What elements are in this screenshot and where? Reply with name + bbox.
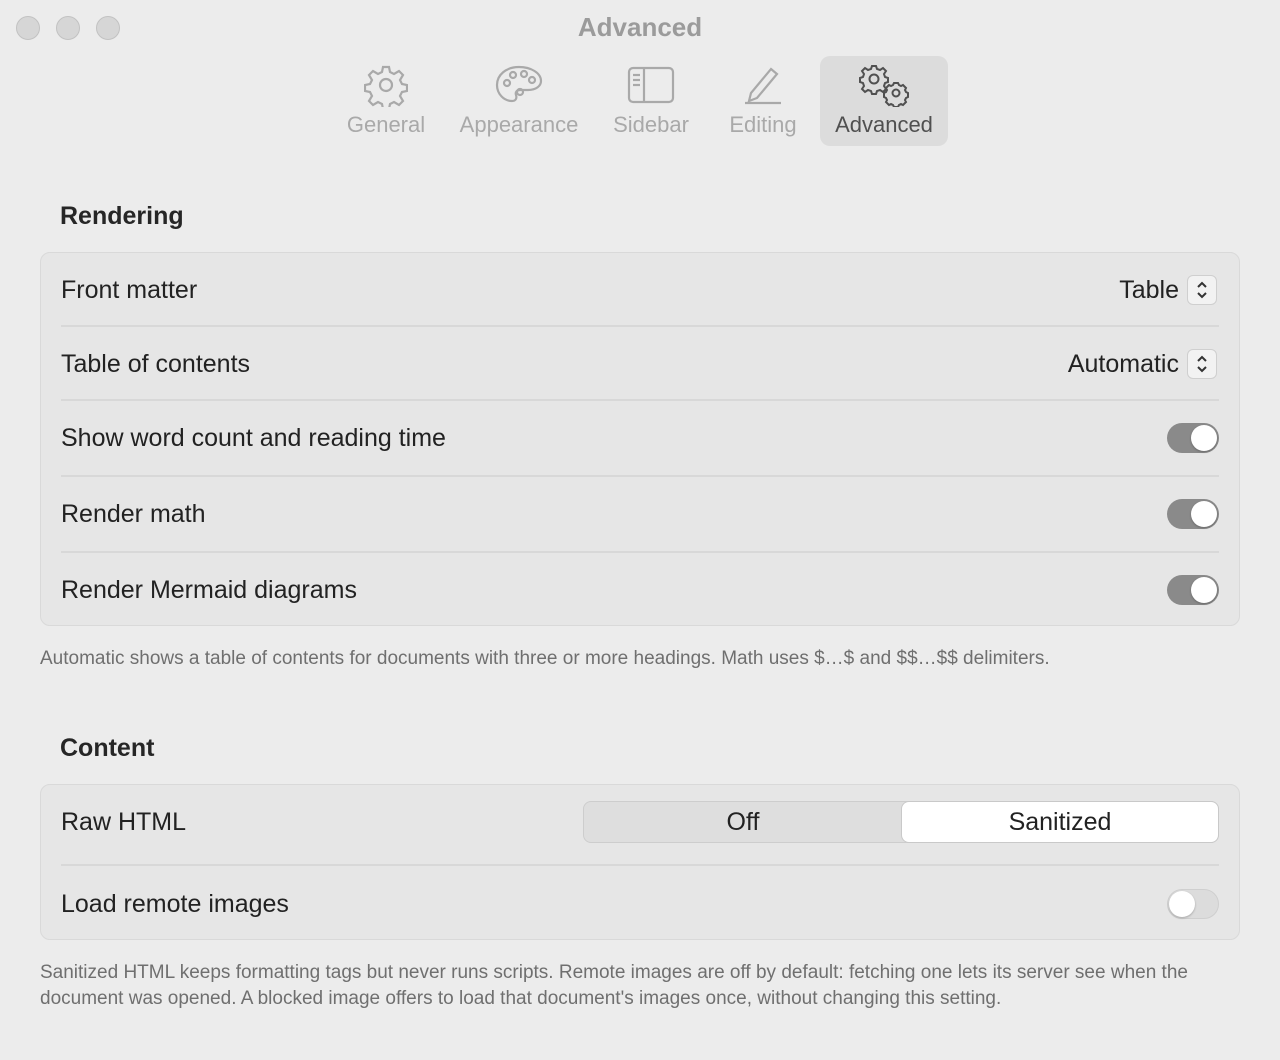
sidebar-icon — [627, 56, 675, 114]
tab-advanced[interactable]: Advanced — [820, 56, 948, 146]
raw-html-option-sanitized[interactable]: Sanitized — [902, 802, 1218, 842]
tab-label: Appearance — [459, 112, 579, 137]
gears-icon — [856, 56, 912, 114]
front-matter-popup[interactable]: Table — [1119, 253, 1217, 327]
word-count-row: Show word count and reading time — [41, 401, 1239, 475]
tab-appearance[interactable]: Appearance — [450, 56, 588, 146]
content-note: Sanitized HTML keeps formatting tags but… — [40, 962, 1188, 1009]
render-math-toggle[interactable] — [1167, 499, 1219, 529]
toggle-knob — [1169, 891, 1195, 917]
preferences-window: Advanced General Appearance Sidebar Edit… — [0, 0, 1280, 1060]
tab-label: Advanced — [835, 112, 933, 137]
render-math-row: Render math — [41, 477, 1239, 551]
toc-row: Table of contents Automatic — [41, 327, 1239, 401]
remote-images-label: Load remote images — [61, 890, 289, 918]
toggle-knob — [1191, 577, 1217, 603]
raw-html-option-off[interactable]: Off — [584, 802, 902, 842]
pencil-icon — [741, 56, 785, 114]
content-group: Raw HTML Off Sanitized Load remote image… — [40, 784, 1240, 940]
remote-images-toggle[interactable] — [1167, 889, 1219, 919]
word-count-label: Show word count and reading time — [61, 424, 446, 452]
section-title-rendering: Rendering — [60, 202, 184, 230]
remote-images-row: Load remote images — [41, 867, 1239, 941]
mermaid-toggle[interactable] — [1167, 575, 1219, 605]
toggle-knob — [1191, 425, 1217, 451]
tab-sidebar[interactable]: Sidebar — [604, 56, 698, 146]
raw-html-row: Raw HTML Off Sanitized — [41, 785, 1239, 859]
raw-html-label: Raw HTML — [61, 808, 187, 836]
tab-label: Editing — [729, 112, 797, 137]
mermaid-row: Render Mermaid diagrams — [41, 553, 1239, 627]
tab-general[interactable]: General — [340, 56, 432, 146]
divider — [61, 864, 1219, 866]
chevron-up-down-icon — [1187, 275, 1217, 305]
toggle-knob — [1191, 501, 1217, 527]
rendering-group: Front matter Table Table of contents Aut… — [40, 252, 1240, 626]
chevron-up-down-icon — [1187, 349, 1217, 379]
palette-icon — [494, 56, 544, 114]
word-count-toggle[interactable] — [1167, 423, 1219, 453]
gear-icon — [364, 56, 408, 114]
tab-editing[interactable]: Editing — [720, 56, 806, 146]
toc-value: Automatic — [1067, 349, 1179, 378]
render-math-label: Render math — [61, 500, 206, 528]
tab-label: General — [346, 112, 426, 137]
tab-label: Sidebar — [613, 112, 689, 137]
mermaid-label: Render Mermaid diagrams — [61, 576, 357, 604]
raw-html-segmented-control: Off Sanitized — [583, 801, 1219, 843]
front-matter-label: Front matter — [61, 276, 198, 304]
toc-label: Table of contents — [61, 350, 251, 378]
toc-popup[interactable]: Automatic — [1068, 327, 1217, 401]
front-matter-value: Table — [1119, 275, 1179, 304]
rendering-note: Automatic shows a table of contents for … — [40, 648, 1050, 669]
front-matter-row: Front matter Table — [41, 253, 1239, 327]
section-title-content: Content — [60, 734, 155, 762]
preferences-toolbar: General Appearance Sidebar Editing Advan… — [0, 56, 1280, 146]
window-title: Advanced — [577, 12, 703, 42]
